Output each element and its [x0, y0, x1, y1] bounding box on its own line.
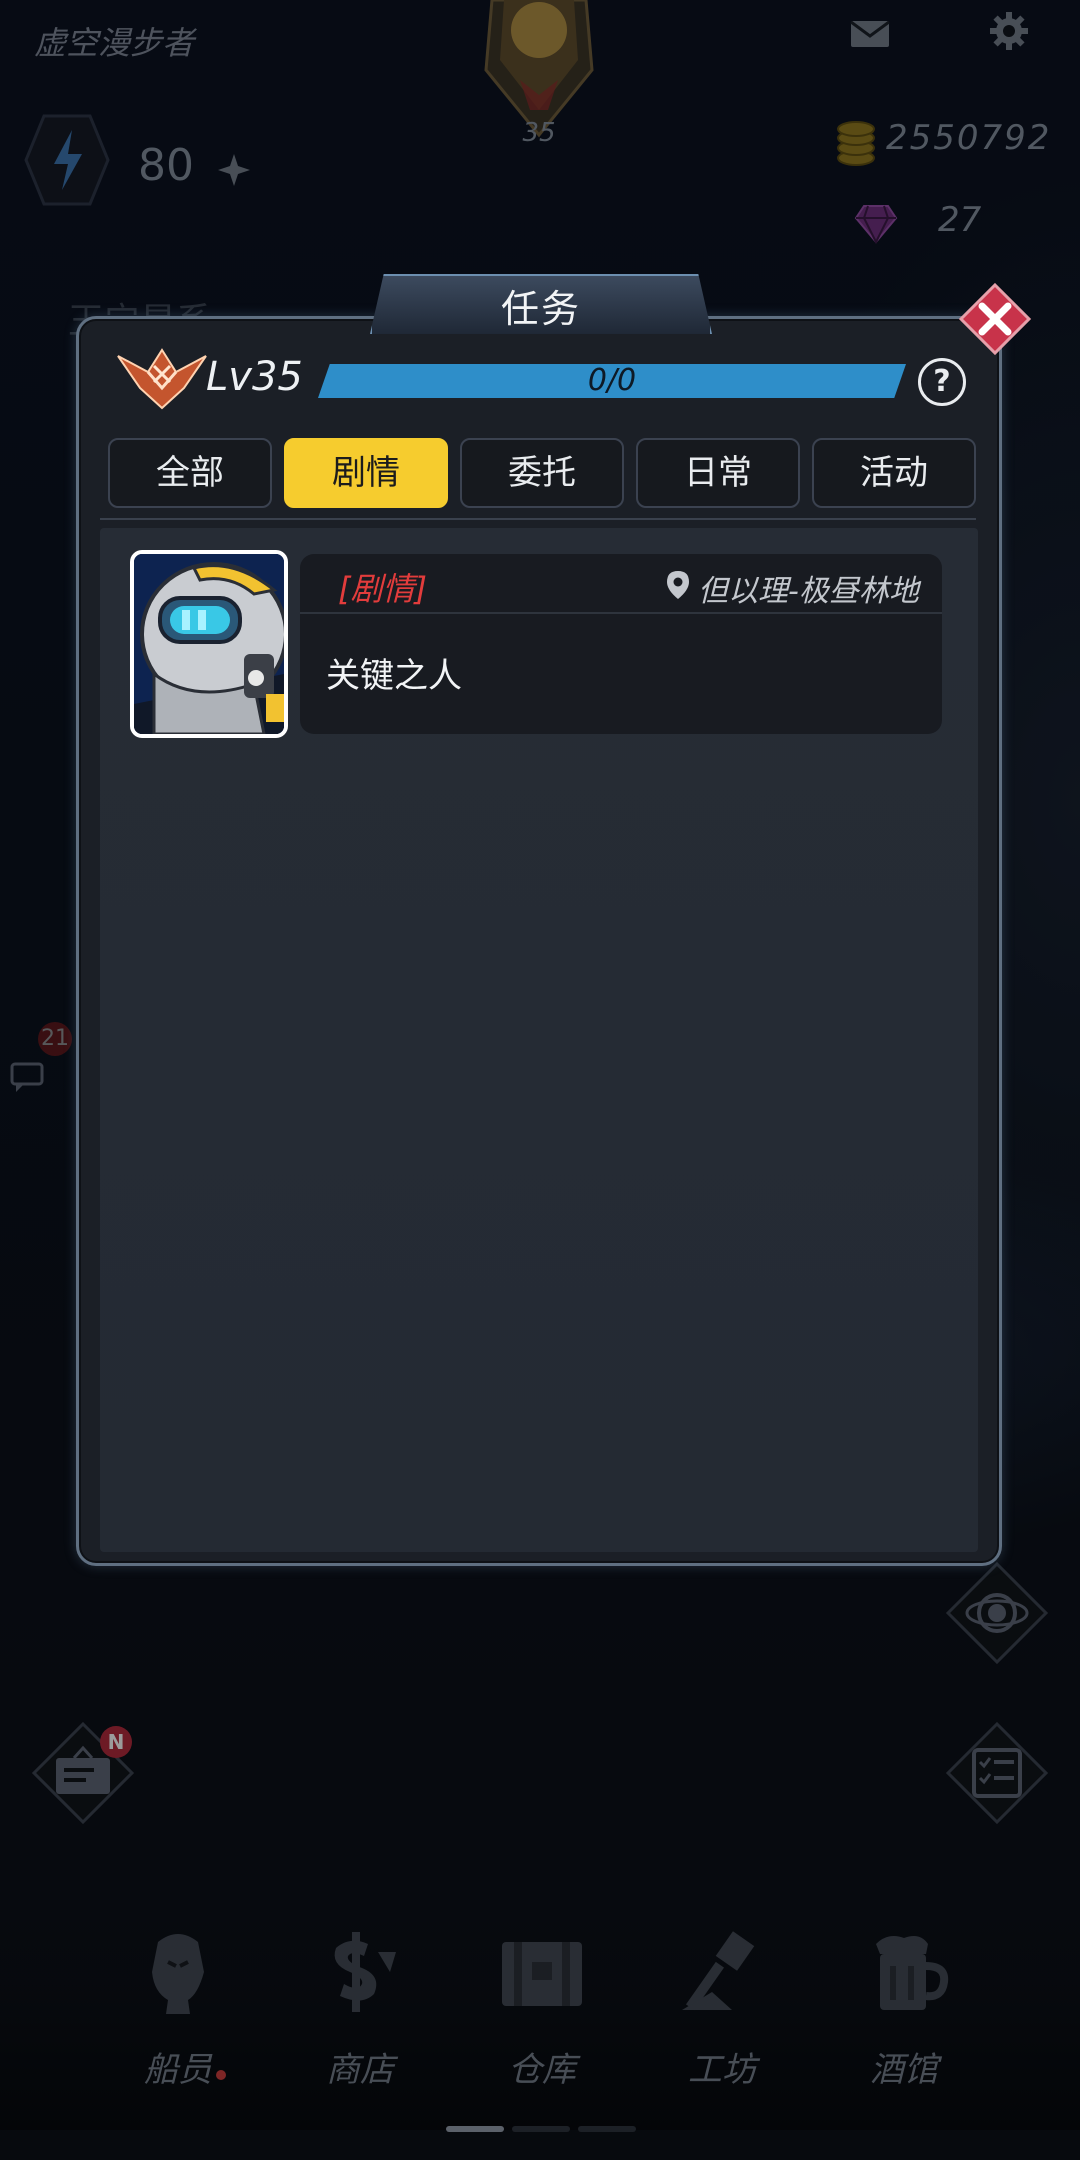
- quest-card-header: [剧情] 但以理-极昼林地: [300, 554, 942, 614]
- tab-commission[interactable]: 委托: [460, 438, 624, 508]
- tabs-divider: [100, 518, 976, 520]
- location-pin-icon: [667, 571, 689, 599]
- help-button[interactable]: ?: [918, 358, 966, 406]
- progress-text: 0/0: [587, 363, 637, 398]
- close-button[interactable]: [958, 282, 1032, 356]
- quest-location: 但以理-极昼林地: [698, 574, 919, 609]
- quest-portrait[interactable]: [130, 550, 288, 738]
- modal-title: 任务: [500, 287, 581, 331]
- quest-name: 关键之人: [326, 656, 462, 696]
- robot-portrait-icon: [134, 554, 284, 734]
- tab-all[interactable]: 全部: [108, 438, 272, 508]
- tab-story[interactable]: 剧情: [284, 438, 448, 508]
- tab-daily[interactable]: 日常: [636, 438, 800, 508]
- player-level: Lv35: [206, 354, 303, 400]
- tab-event[interactable]: 活动: [812, 438, 976, 508]
- quest-type: [剧情]: [338, 570, 427, 608]
- quest-card[interactable]: [剧情] 但以理-极昼林地 关键之人: [300, 554, 942, 734]
- rank-emblem-icon: [117, 348, 207, 410]
